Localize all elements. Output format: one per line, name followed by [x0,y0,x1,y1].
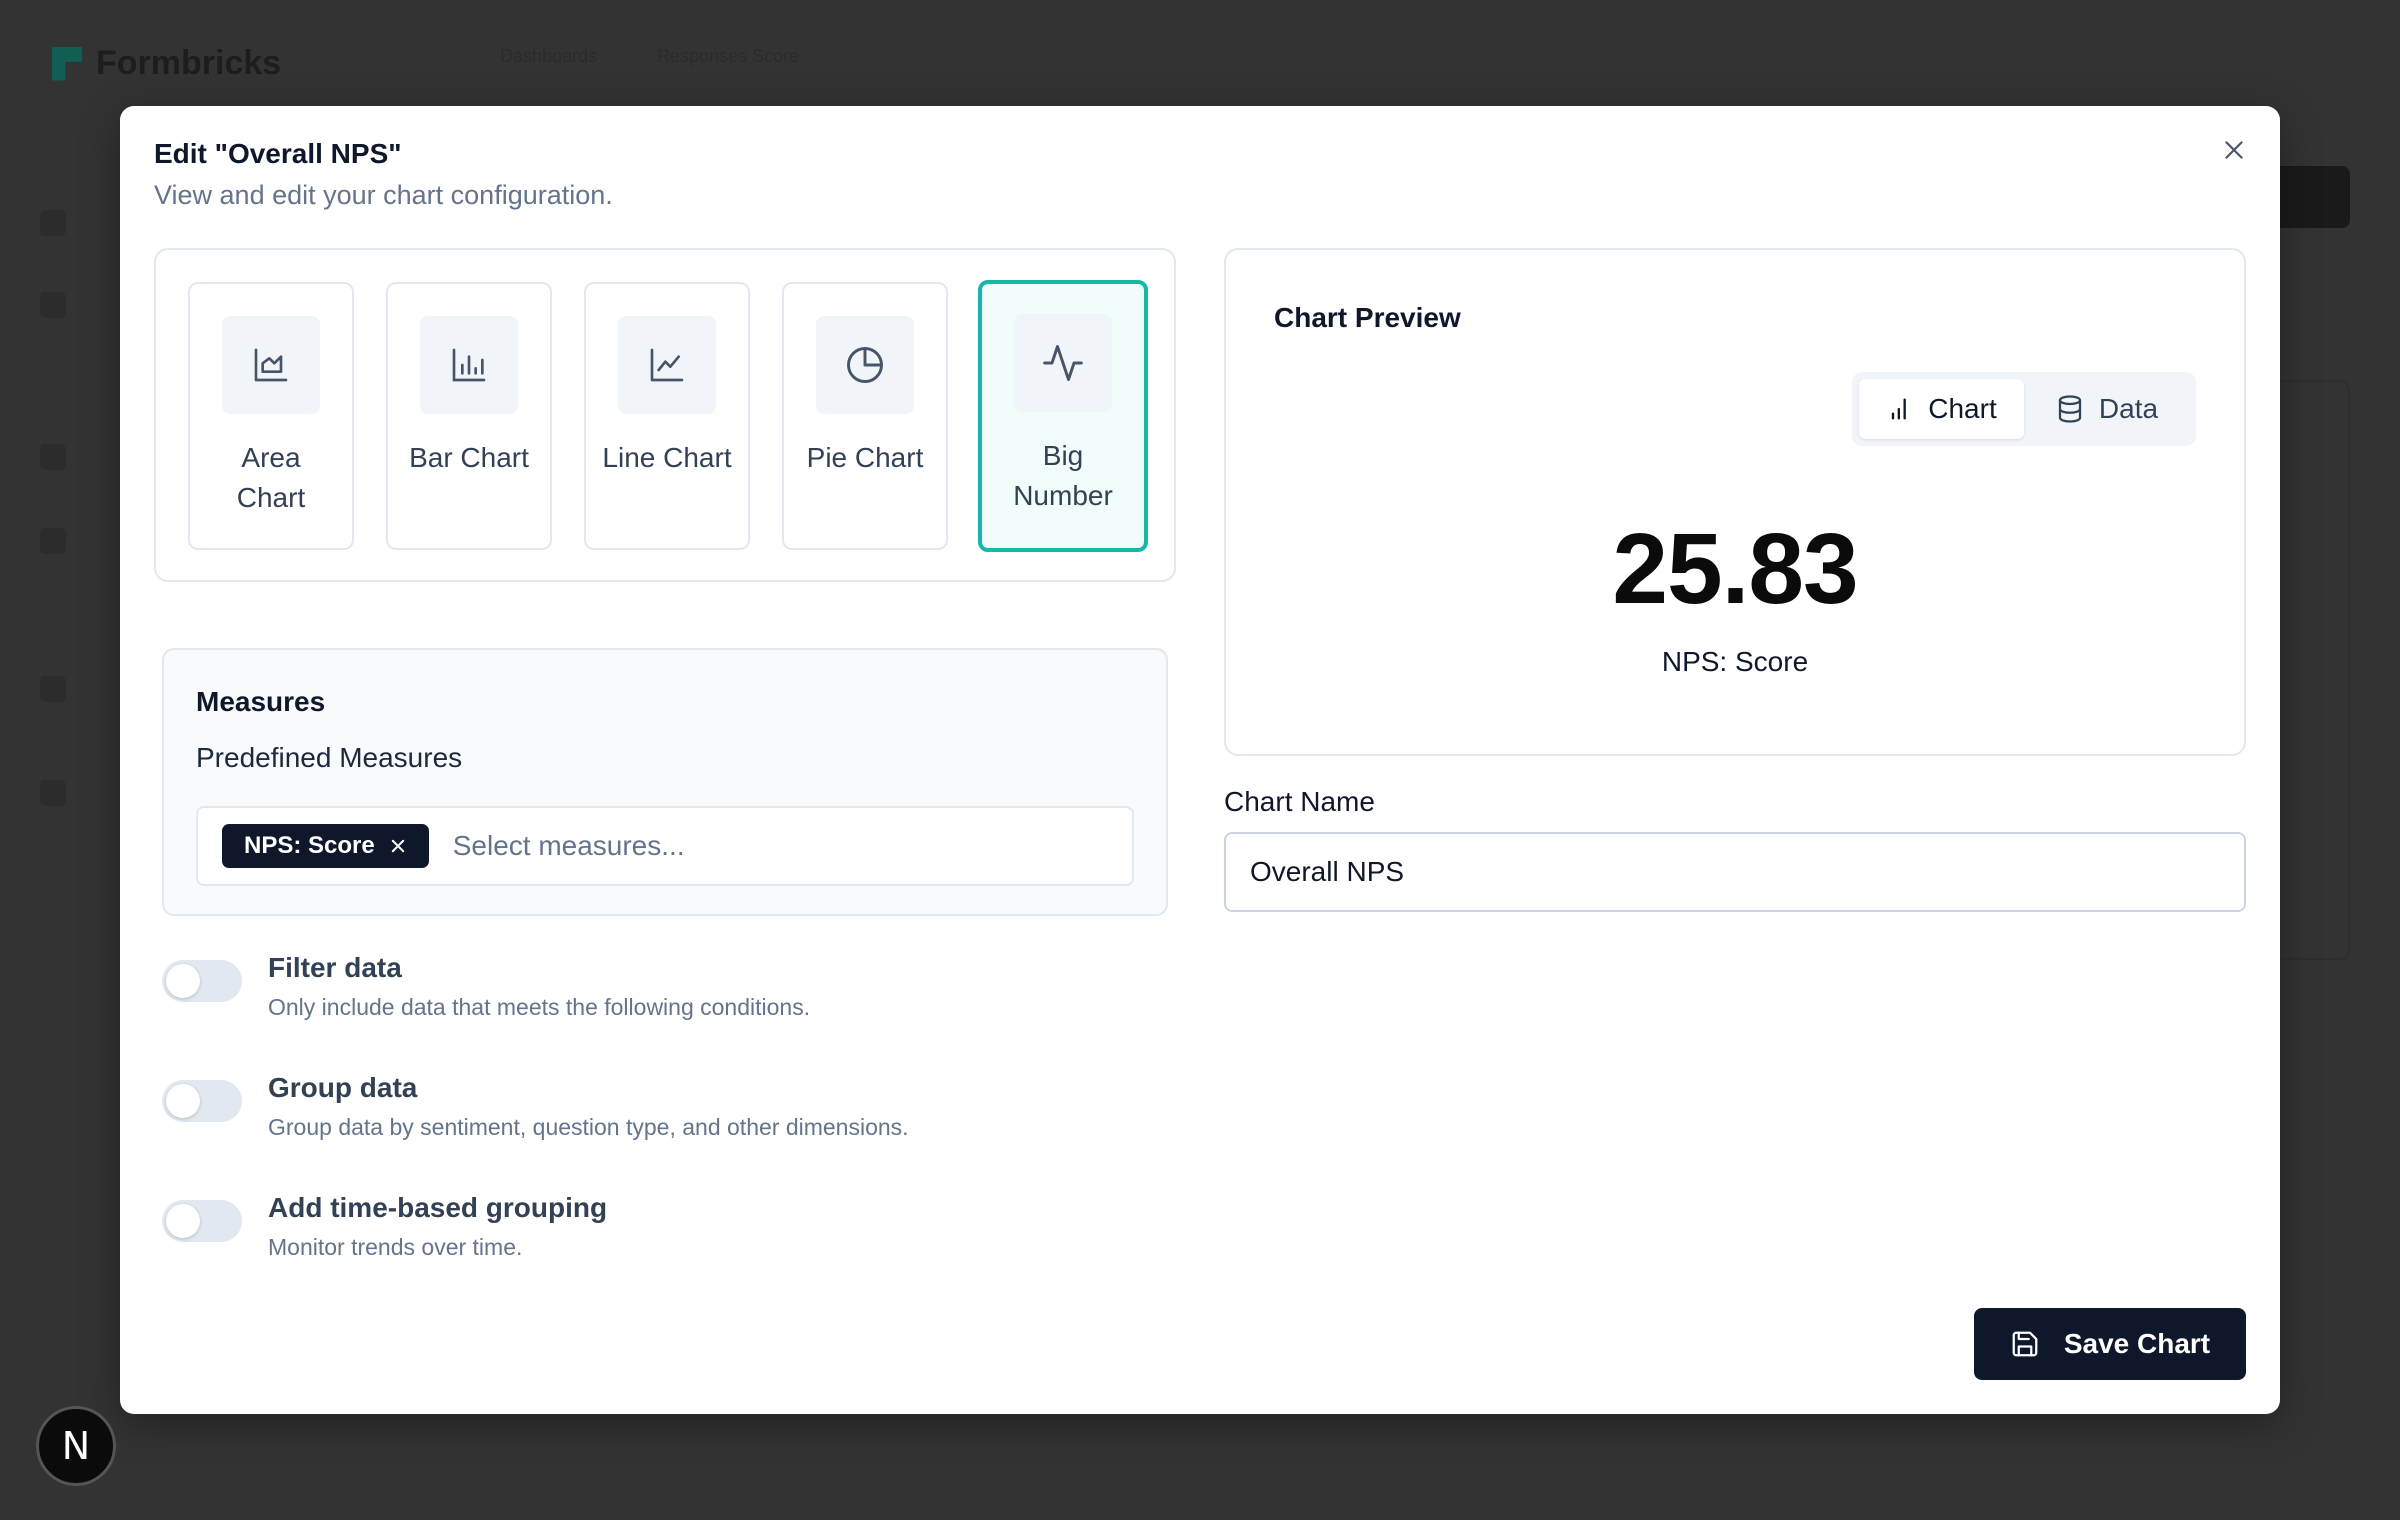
chart-type-line[interactable]: Line Chart [584,282,750,550]
bar-chart-icon [420,316,518,414]
time-grouping-option: Add time-based grouping Monitor trends o… [162,1192,607,1261]
chart-type-label: Pie Chart [806,442,924,473]
close-button[interactable] [2214,130,2254,170]
chart-type-pie[interactable]: Pie Chart [782,282,948,550]
time-grouping-toggle[interactable] [162,1200,242,1242]
measures-placeholder[interactable]: Select measures... [453,830,685,862]
chart-type-bar[interactable]: Bar Chart [386,282,552,550]
save-icon [2012,1331,2038,1357]
tab-label: Data [2098,393,2159,424]
chart-type-label: Bar Chart [409,442,529,473]
sidebar-icon [40,676,66,702]
measures-title: Measures [196,686,326,717]
chart-type-big-number[interactable]: Big Number [978,280,1148,552]
toggle-description: Only include data that meets the followi… [268,994,811,1020]
measure-chip-label: NPS: Score [244,832,375,859]
breadcrumb-item: Dashboards [500,46,598,66]
chart-name-label: Chart Name [1224,786,1375,817]
sidebar-icon [40,292,66,318]
chart-type-label: Area Chart [236,442,306,513]
database-icon [2058,395,2082,423]
logo-mark-icon [52,46,82,81]
save-label: Save Chart [2063,1328,2211,1359]
sidebar-icon [40,444,66,470]
chart-name-input[interactable] [1224,832,2246,912]
pie-chart-icon [816,316,914,414]
nextjs-badge[interactable]: N [36,1406,116,1486]
measures-select[interactable]: NPS: Score Select measures... [196,806,1134,886]
toggle-title: Add time-based grouping [268,1192,608,1223]
toggle-description: Monitor trends over time. [268,1234,523,1260]
activity-icon [1014,314,1112,412]
line-chart-icon [618,316,716,414]
tab-data[interactable]: Data [2024,379,2189,439]
badge-letter: N [61,1424,91,1468]
save-chart-button[interactable]: Save Chart [1974,1308,2246,1380]
preview-view-switcher: Chart Data [1852,372,2196,446]
group-data-option: Group data Group data by sentiment, ques… [162,1072,909,1141]
breadcrumb-item: Responses Score [657,46,800,66]
close-icon [2225,141,2243,159]
chart-type-area[interactable]: Area Chart [188,282,354,550]
big-number-label: NPS: Score [1661,646,1809,677]
app-name: Formbricks [96,44,282,82]
bar-chart-icon [1892,398,1907,420]
edit-chart-dialog: Edit "Overall NPS" View and edit your ch… [120,106,2280,1414]
filter-data-toggle[interactable] [162,960,242,1002]
big-number-value: 25.83 [1612,513,1858,625]
tab-chart[interactable]: Chart [1859,379,2024,439]
sidebar-icon [40,528,66,554]
close-icon [391,839,404,853]
filter-data-option: Filter data Only include data that meets… [162,952,810,1021]
measure-chip: NPS: Score [222,824,429,868]
sidebar-icon [40,210,66,236]
sidebar-icon [40,780,66,806]
dialog-title: Edit "Overall NPS" [154,138,402,169]
app-logo: Formbricks [52,44,281,83]
dialog-subtitle: View and edit your chart configuration. [154,180,613,210]
chart-type-selector: Area Chart Bar Chart Line Chart Pie Char… [154,248,1176,582]
toggle-title: Group data [268,1072,418,1103]
predefined-measures-label: Predefined Measures [196,742,463,773]
chart-type-label: Big Number [1013,440,1113,511]
area-chart-icon [222,316,320,414]
chart-preview: Chart Preview Chart Data 25.83 NPS: Scor… [1224,248,2246,756]
toggle-description: Group data by sentiment, question type, … [268,1114,909,1140]
breadcrumb: Dashboards Responses Score [500,46,799,67]
tab-label: Chart [1928,393,1997,424]
toggle-title: Filter data [268,952,402,983]
measures-section: Measures Predefined Measures NPS: Score … [162,648,1168,916]
chart-type-label: Line Chart [602,442,732,473]
group-data-toggle[interactable] [162,1080,242,1122]
remove-measure-button[interactable] [389,837,407,855]
preview-title: Chart Preview [1274,302,1461,333]
